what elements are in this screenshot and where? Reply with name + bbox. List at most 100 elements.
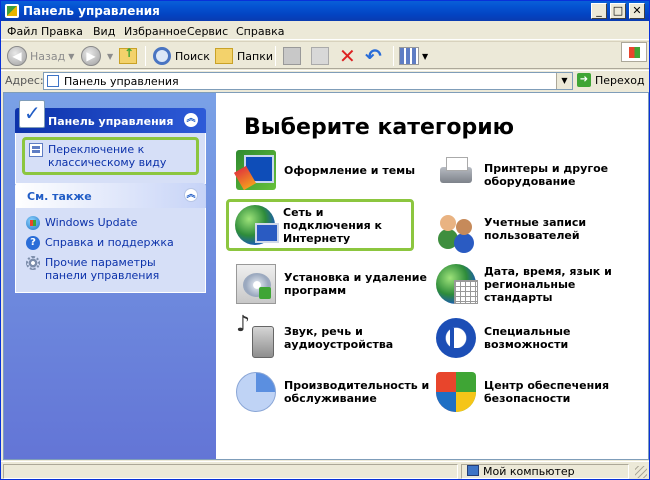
- folders-button[interactable]: Папки: [215, 46, 273, 66]
- category-label: Установка и удаление программ: [284, 271, 427, 297]
- address-label: Адрес:: [5, 74, 44, 87]
- performance-chart-icon: [236, 372, 276, 412]
- category-label: Дата, время, язык и региональные стандар…: [484, 264, 612, 304]
- add-remove-programs-icon: [236, 264, 276, 304]
- switch-view-highlight: Переключение к классическому виду: [22, 137, 199, 175]
- see-also-panel: См. также ︽ Windows Update ? Справка и п…: [15, 183, 206, 293]
- address-bar: Адрес: Панель управления ▼ ➜ Переход: [1, 70, 649, 90]
- printer-icon: [436, 155, 476, 195]
- back-arrow-icon: ◀: [7, 46, 27, 66]
- category-accessibility[interactable]: Специальные возможности: [436, 318, 641, 358]
- folders-icon: [215, 48, 233, 64]
- go-arrow-icon: ➜: [577, 73, 591, 87]
- help-icon: ?: [26, 236, 40, 250]
- views-icon: [399, 47, 419, 65]
- see-also-panel-header[interactable]: См. также ︽: [15, 183, 206, 208]
- category-label: Оформление и темы: [284, 163, 416, 177]
- back-label: Назад: [30, 49, 66, 63]
- close-button[interactable]: ✕: [629, 3, 645, 19]
- category-date-time-language[interactable]: Дата, время, язык и региональные стандар…: [436, 264, 646, 304]
- status-bar: Мой компьютер: [1, 461, 649, 479]
- address-input[interactable]: Панель управления ▼: [43, 72, 573, 90]
- security-shield-icon: [436, 372, 476, 412]
- windows-update-link[interactable]: Windows Update: [26, 216, 195, 230]
- other-options-link[interactable]: Прочие параметры панели управления: [26, 256, 195, 282]
- go-label: Переход: [595, 73, 645, 87]
- category-label: Сеть и подключения к Интернету: [283, 205, 382, 245]
- control-panel-logo-icon: [19, 100, 45, 128]
- search-button[interactable]: Поиск: [153, 46, 210, 66]
- move-to-icon: [283, 47, 301, 65]
- toolbar: ◀ Назад ▼ ▶ ▼ ↑ Поиск Папки ✕ ↶ ▼: [1, 41, 649, 69]
- category-label: Специальные возможности: [484, 325, 571, 351]
- category-performance-maintenance[interactable]: Производительность и обслуживание: [236, 372, 436, 412]
- users-icon: [436, 209, 476, 249]
- speaker-icon: [236, 318, 276, 358]
- category-add-remove-programs[interactable]: Установка и удаление программ: [236, 264, 436, 304]
- menu-tools[interactable]: Сервис: [187, 25, 228, 38]
- menu-favorites[interactable]: Избранное: [124, 25, 186, 38]
- appearance-themes-icon: [236, 150, 276, 190]
- switch-to-classic-view-label: Переключение к классическому виду: [48, 143, 167, 169]
- category-network-internet[interactable]: Сеть и подключения к Интернету: [226, 199, 414, 251]
- up-folder-button[interactable]: ↑: [119, 46, 137, 66]
- back-button[interactable]: ◀ Назад ▼: [7, 46, 74, 66]
- switch-to-classic-view-link[interactable]: Переключение к классическому виду: [29, 143, 192, 169]
- control-panel-icon: [5, 4, 19, 18]
- category-label: Производительность и обслуживание: [284, 379, 430, 405]
- date-time-globe-icon: [436, 264, 478, 304]
- collapse-icon[interactable]: ︽: [184, 188, 198, 202]
- link-label: Прочие параметры панели управления: [45, 256, 160, 282]
- category-label: Звук, речь и аудиоустройства: [284, 325, 394, 351]
- folder-up-icon: ↑: [119, 46, 137, 64]
- copy-to-button[interactable]: [311, 46, 329, 66]
- gear-icon: [26, 256, 40, 270]
- category-sound-speech-audio[interactable]: Звук, речь и аудиоустройства: [236, 318, 436, 358]
- accessibility-icon: [436, 318, 476, 358]
- delete-icon: ✕: [339, 44, 356, 68]
- menu-help[interactable]: Справка: [236, 25, 284, 38]
- menu-view[interactable]: Вид: [93, 25, 115, 38]
- control-panel-window: Панель управления _ □ ✕ Файл Правка Вид …: [0, 0, 650, 480]
- menu-edit[interactable]: Правка: [41, 25, 83, 38]
- category-user-accounts[interactable]: Учетные записи пользователей: [436, 209, 641, 249]
- move-to-button[interactable]: [283, 46, 301, 66]
- link-label: Справка и поддержка: [45, 236, 174, 249]
- undo-icon: ↶: [365, 44, 382, 68]
- chevron-down-icon[interactable]: ▼: [107, 52, 113, 61]
- minimize-button[interactable]: _: [591, 3, 607, 19]
- panel-title: См. также: [27, 190, 92, 203]
- help-and-support-link[interactable]: ? Справка и поддержка: [26, 236, 195, 250]
- views-button[interactable]: ▼: [399, 46, 428, 66]
- panel-title: Панель управления: [48, 115, 174, 128]
- delete-button[interactable]: ✕: [339, 46, 356, 66]
- category-label: Центр обеспечения безопасности: [484, 379, 610, 405]
- chevron-down-icon[interactable]: ▼: [422, 52, 428, 61]
- windows-update-icon: [26, 216, 40, 230]
- menu-bar: Файл Правка Вид Избранное Сервис Справка: [1, 22, 649, 62]
- address-value: Панель управления: [64, 75, 179, 88]
- undo-button[interactable]: ↶: [365, 46, 382, 66]
- maximize-button[interactable]: □: [610, 3, 626, 19]
- forward-button[interactable]: ▶ ▼: [81, 46, 113, 66]
- title-bar[interactable]: Панель управления _ □ ✕: [1, 1, 649, 21]
- my-computer-icon: [467, 465, 479, 476]
- content-area: Панель управления ︽ Переключение к класс…: [3, 92, 649, 460]
- menu-file[interactable]: Файл: [7, 25, 37, 38]
- window-title: Панель управления: [23, 4, 160, 18]
- category-printers-hardware[interactable]: Принтеры и другое оборудование: [436, 155, 641, 195]
- search-icon: [153, 47, 171, 65]
- control-panel-panel: Панель управления ︽ Переключение к класс…: [15, 100, 206, 184]
- category-appearance-themes[interactable]: Оформление и темы: [236, 150, 416, 190]
- category-label: Принтеры и другое оборудование: [484, 162, 609, 188]
- network-globe-icon: [235, 205, 279, 245]
- copy-to-icon: [311, 47, 329, 65]
- chevron-down-icon[interactable]: ▼: [68, 52, 74, 61]
- folders-label: Папки: [237, 49, 273, 63]
- address-dropdown-button[interactable]: ▼: [556, 73, 572, 89]
- go-button[interactable]: ➜ Переход: [577, 73, 645, 87]
- category-security-center[interactable]: Центр обеспечения безопасности: [436, 372, 641, 412]
- resize-grip[interactable]: [635, 466, 647, 478]
- control-panel-panel-header[interactable]: Панель управления ︽: [15, 100, 206, 133]
- collapse-icon[interactable]: ︽: [184, 113, 198, 127]
